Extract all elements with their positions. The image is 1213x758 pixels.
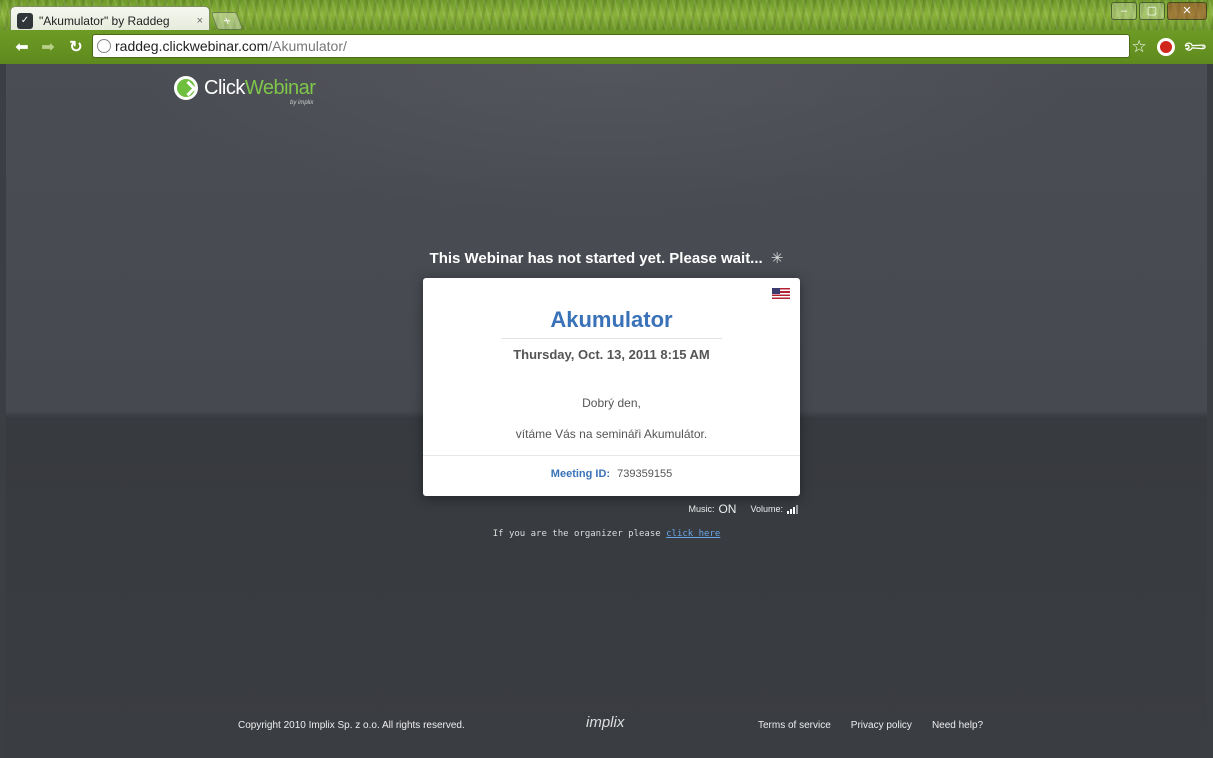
meeting-id-label: Meeting ID:	[550, 468, 611, 480]
reload-icon[interactable]: ↻	[66, 37, 86, 57]
audio-controls: Music: ON Volume:	[688, 502, 798, 516]
forward-arrow-icon[interactable]: ➡	[38, 37, 58, 57]
meeting-id-value: 739359155	[617, 468, 673, 480]
address-bar[interactable]: raddeg.clickwebinar.com/Akumulator/	[92, 34, 1130, 58]
browser-toolbar: ⬅ ➡ ↻ raddeg.clickwebinar.com/Akumulator…	[0, 30, 1213, 64]
tab-close-icon[interactable]: ×	[197, 15, 203, 27]
url-host: raddeg.clickwebinar.com	[115, 38, 269, 54]
organizer-click-here-link[interactable]: click here	[666, 529, 720, 539]
url-path: /Akumulator/	[268, 38, 347, 54]
volume-bars-icon[interactable]	[787, 504, 798, 514]
webinar-info-card: Akumulator Thursday, Oct. 13, 2011 8:15 …	[423, 278, 800, 496]
footer-links: Terms of service Privacy policy Need hel…	[758, 720, 983, 731]
organizer-prompt-text: If you are the organizer please	[492, 529, 661, 539]
new-tab-button[interactable]: +	[210, 12, 244, 30]
window-controls: – ▢ ✕	[1111, 2, 1207, 20]
music-label: Music:	[688, 504, 715, 514]
webinar-datetime: Thursday, Oct. 13, 2011 8:15 AM	[513, 347, 710, 362]
webinar-title: Akumulator	[550, 307, 673, 332]
implix-logo[interactable]: implix	[586, 714, 624, 731]
globe-icon	[97, 39, 111, 53]
adblock-extension-icon[interactable]	[1156, 38, 1175, 56]
clickwebinar-logo[interactable]: ClickWebinar by implix	[174, 76, 316, 106]
clickwebinar-logo-icon	[174, 76, 198, 100]
privacy-policy-link[interactable]: Privacy policy	[851, 720, 912, 731]
page-footer: Copyright 2010 Implix Sp. z o.o. All rig…	[6, 714, 1207, 734]
webinar-greeting: Dobrý den,	[582, 396, 641, 410]
minimize-button[interactable]: –	[1111, 2, 1137, 20]
webinar-page: ClickWebinar by implix This Webinar has …	[6, 64, 1207, 758]
webinar-welcome: vítáme Vás na semináři Akumulátor.	[515, 427, 708, 441]
clickwebinar-favicon-icon: ✓	[17, 12, 33, 29]
waiting-message: This Webinar has not started yet. Please…	[6, 249, 1207, 267]
organizer-prompt: If you are the organizer please click he…	[6, 529, 1207, 539]
copyright-text: Copyright 2010 Implix Sp. z o.o. All rig…	[238, 720, 465, 731]
logo-subtitle: by implix	[290, 100, 314, 106]
loading-spinner-icon: ✳	[770, 250, 784, 267]
title-divider	[501, 338, 722, 339]
wrench-menu-icon[interactable]: 🔧︎	[1181, 33, 1210, 62]
logo-text-accent: Webinar	[244, 76, 316, 99]
us-flag-icon[interactable]	[772, 288, 790, 299]
logo-text: ClickWebinar	[204, 76, 316, 100]
need-help-link[interactable]: Need help?	[932, 720, 983, 731]
waiting-message-text: This Webinar has not started yet. Please…	[429, 250, 763, 267]
back-arrow-icon[interactable]: ⬅	[12, 37, 32, 57]
card-divider	[423, 455, 800, 456]
terms-of-service-link[interactable]: Terms of service	[758, 720, 831, 731]
tab-title: "Akumulator" by Raddeg o	[39, 13, 169, 28]
close-window-button[interactable]: ✕	[1167, 2, 1207, 20]
volume-label: Volume:	[750, 504, 783, 514]
logo-text-plain: Click	[204, 76, 245, 99]
bookmark-star-icon[interactable]: ☆	[1131, 38, 1146, 56]
music-toggle[interactable]: ON	[718, 502, 736, 516]
meeting-id-row: Meeting ID: 739359155	[423, 468, 800, 480]
toolbar-right-icons: ☆ 🔧︎	[1131, 34, 1208, 60]
maximize-button[interactable]: ▢	[1139, 2, 1165, 20]
